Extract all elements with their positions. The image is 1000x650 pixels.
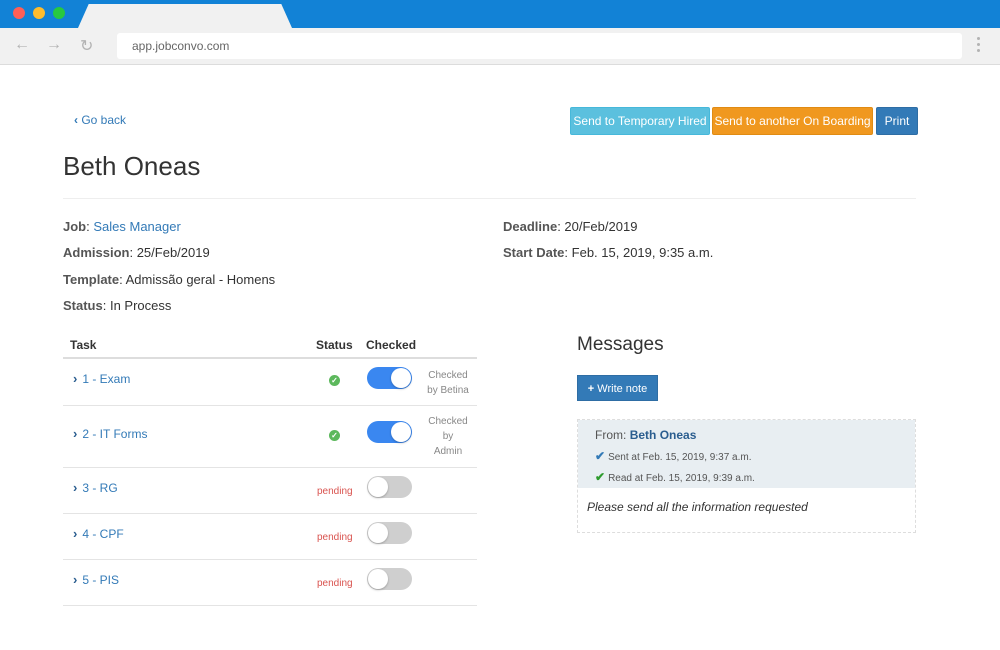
browser-toolbar: ← → ↻ app.jobconvo.com xyxy=(0,28,1000,65)
checked-toggle[interactable] xyxy=(367,522,412,544)
task-label: 5 - PIS xyxy=(82,573,120,587)
task-link[interactable]: › 5 - PIS xyxy=(73,572,119,587)
chevron-left-icon: ‹ xyxy=(74,113,78,127)
go-back-link[interactable]: ‹ Go back xyxy=(74,113,126,127)
send-to-temporary-hired-button[interactable]: Send to Temporary Hired xyxy=(570,107,710,135)
message-from: From: Beth Oneas xyxy=(595,428,697,442)
task-link[interactable]: › 2 - IT Forms xyxy=(73,426,147,441)
checked-by-text: Checked by Betina xyxy=(427,370,469,396)
deadline-label: Deadline xyxy=(503,219,558,234)
admission-label: Admission xyxy=(63,245,130,260)
chevron-right-icon: › xyxy=(73,480,78,495)
status-column-header: Status xyxy=(316,338,353,352)
task-label: 1 - Exam xyxy=(82,372,131,386)
send-to-another-onboarding-button[interactable]: Send to another On Boarding xyxy=(712,107,873,135)
forward-arrow-icon[interactable]: → xyxy=(46,36,62,54)
job-label: Job xyxy=(63,219,87,234)
go-back-label: Go back xyxy=(81,113,127,127)
task-link[interactable]: › 3 - RG xyxy=(73,480,118,495)
status-label: Status xyxy=(63,298,103,313)
chevron-right-icon: › xyxy=(73,371,78,386)
reload-icon[interactable]: ↻ xyxy=(80,36,93,56)
check-icon: ✔ xyxy=(595,449,606,463)
close-window-icon[interactable] xyxy=(13,7,25,19)
checked-column-header: Checked xyxy=(366,338,417,352)
candidate-name: Beth Oneas xyxy=(63,151,201,181)
write-note-label: Write note xyxy=(597,383,648,395)
checked-toggle[interactable] xyxy=(367,421,412,443)
task-link[interactable]: › 4 - CPF xyxy=(73,526,124,541)
checked-toggle[interactable] xyxy=(367,568,412,590)
task-label: 3 - RG xyxy=(82,481,118,495)
pending-status: pending xyxy=(317,578,353,589)
message-header: From: Beth Oneas ✔ Sent at Feb. 15, 2019,… xyxy=(578,420,915,488)
chevron-right-icon: › xyxy=(73,572,78,587)
status-info: Status: In Process xyxy=(63,298,172,313)
deadline-info: Deadline: 20/Feb/2019 xyxy=(503,219,638,234)
divider xyxy=(63,198,916,199)
admission-info: Admission: 25/Feb/2019 xyxy=(63,245,210,260)
pending-status: pending xyxy=(317,532,353,543)
template-value: Admissão geral - Homens xyxy=(125,272,276,287)
write-note-button[interactable]: + Write note xyxy=(577,375,658,401)
plus-icon: + xyxy=(587,383,595,395)
deadline-value: 20/Feb/2019 xyxy=(564,219,638,234)
checked-toggle[interactable] xyxy=(367,367,412,389)
status-value: In Process xyxy=(109,298,172,313)
checked-by-text: Checked by Admin xyxy=(428,416,468,457)
chevron-right-icon: › xyxy=(73,526,78,541)
template-info: Template: Admissão geral - Homens xyxy=(63,272,276,287)
print-button[interactable]: Print xyxy=(876,107,918,135)
check-circle-icon: ✓ xyxy=(329,375,340,386)
job-info: Job: Sales Manager xyxy=(63,219,181,234)
checked-toggle[interactable] xyxy=(367,476,412,498)
table-row: › 4 - CPF pending xyxy=(63,514,477,560)
address-bar[interactable]: app.jobconvo.com xyxy=(117,33,962,59)
browser-titlebar xyxy=(0,0,1000,28)
sent-status: ✔ Sent at Feb. 15, 2019, 9:37 a.m. xyxy=(595,449,752,463)
task-label: 4 - CPF xyxy=(82,527,124,541)
task-column-header: Task xyxy=(70,338,97,352)
start-date-label: Start Date xyxy=(503,245,565,260)
check-circle-icon: ✓ xyxy=(329,430,340,441)
table-row: › 2 - IT Forms ✓ Checked by Admin xyxy=(63,406,477,468)
read-status: ✔ Read at Feb. 15, 2019, 9:39 a.m. xyxy=(595,470,755,484)
pending-status: pending xyxy=(317,486,353,497)
start-date-value: Feb. 15, 2019, 9:35 a.m. xyxy=(571,245,714,260)
table-row: › 5 - PIS pending xyxy=(63,560,477,606)
browser-tab[interactable] xyxy=(78,4,292,28)
maximize-window-icon[interactable] xyxy=(53,7,65,19)
admission-value: 25/Feb/2019 xyxy=(136,245,210,260)
table-row: › 3 - RG pending xyxy=(63,468,477,514)
back-arrow-icon[interactable]: ← xyxy=(14,36,30,54)
task-link[interactable]: › 1 - Exam xyxy=(73,371,130,386)
template-label: Template xyxy=(63,272,120,287)
start-date-info: Start Date: Feb. 15, 2019, 9:35 a.m. xyxy=(503,245,714,260)
table-row: › 1 - Exam ✓ Checked by Betina xyxy=(63,359,477,406)
task-label: 2 - IT Forms xyxy=(82,427,148,441)
message-card: From: Beth Oneas ✔ Sent at Feb. 15, 2019,… xyxy=(577,419,916,533)
job-link[interactable]: Sales Manager xyxy=(93,219,180,234)
messages-title: Messages xyxy=(577,334,664,355)
minimize-window-icon[interactable] xyxy=(33,7,45,19)
message-body: Please send all the information requeste… xyxy=(587,500,808,514)
sender-name: Beth Oneas xyxy=(629,428,697,442)
chevron-right-icon: › xyxy=(73,426,78,441)
check-icon: ✔ xyxy=(595,470,606,484)
browser-menu-icon[interactable] xyxy=(977,37,980,55)
